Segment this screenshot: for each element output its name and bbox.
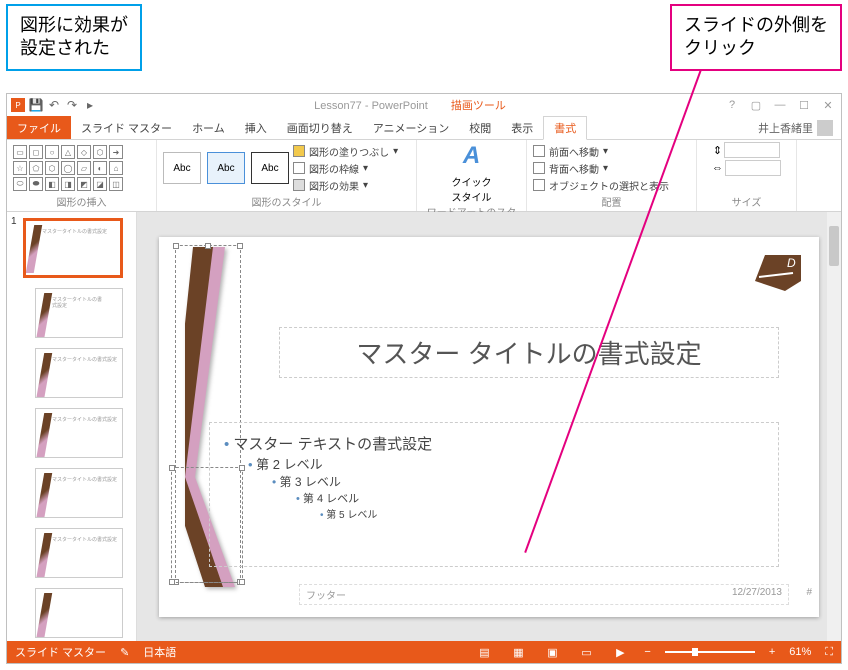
svg-text:D: D: [787, 256, 796, 270]
status-bar: スライド マスター ✎ 日本語 ▤ ▦ ▣ ▭ ▶ − + 61% ⛶: [7, 641, 841, 663]
user-name: 井上香緒里: [758, 120, 813, 136]
save-icon[interactable]: 💾: [29, 98, 43, 112]
ribbon-group-label: サイズ: [703, 194, 790, 209]
minimize-icon[interactable]: —: [771, 99, 789, 112]
annotation-blue: 図形に効果が 設定された: [6, 4, 142, 71]
ribbon-group-shapes: ▭◻○△◇⬡➜ ☆⬠⬡◯▱◐⌂ ⬭⬬◧◨◩◪◫ 図形の挿入: [7, 140, 157, 211]
shape-fill-button[interactable]: 図形の塗りつぶし ▾: [293, 144, 398, 159]
body-level-2: 第 2 レベル: [248, 454, 764, 473]
send-backward-button[interactable]: 背面へ移動 ▾: [533, 161, 669, 176]
app-icon: P: [11, 98, 25, 112]
footer-placeholders: フッター 12/27/2013 #: [299, 584, 789, 605]
ribbon-group-label: 図形のスタイル: [163, 194, 410, 209]
tab-insert[interactable]: 挿入: [235, 116, 277, 139]
sorter-view-icon[interactable]: ▣: [542, 646, 562, 659]
slide-canvas-area[interactable]: D: [137, 212, 841, 641]
powerpoint-window: P 💾 ↶ ↷ ▸ Lesson77 - PowerPoint 描画ツール ? …: [6, 93, 842, 664]
zoom-out-button[interactable]: −: [644, 646, 650, 658]
undo-icon[interactable]: ↶: [47, 98, 61, 112]
height-input[interactable]: ⇕: [713, 142, 780, 158]
corner-logo: D: [745, 251, 805, 295]
contextual-tab-label: 描画ツール: [451, 100, 506, 112]
spell-check-icon[interactable]: ✎: [120, 646, 129, 659]
tab-view[interactable]: 表示: [501, 116, 543, 139]
master-title-placeholder[interactable]: マスター タイトルの書式設定: [279, 327, 779, 378]
body-level-3: 第 3 レベル: [272, 473, 764, 490]
tab-animation[interactable]: アニメーション: [363, 116, 460, 139]
fit-window-icon[interactable]: ⛶: [825, 646, 833, 659]
help-icon[interactable]: ?: [723, 99, 741, 112]
window-title: Lesson77 - PowerPoint 描画ツール: [97, 97, 723, 113]
zoom-level[interactable]: 61%: [789, 646, 811, 658]
title-bar: P 💾 ↶ ↷ ▸ Lesson77 - PowerPoint 描画ツール ? …: [7, 94, 841, 116]
bring-forward-button[interactable]: 前面へ移動 ▾: [533, 144, 669, 159]
quick-styles-button[interactable]: クイック スタイル: [452, 174, 492, 204]
notes-button[interactable]: ▤: [474, 646, 494, 659]
style-swatch[interactable]: Abc: [163, 152, 201, 184]
tab-format[interactable]: 書式: [543, 116, 587, 140]
shapes-gallery[interactable]: ▭◻○△◇⬡➜ ☆⬠⬡◯▱◐⌂ ⬭⬬◧◨◩◪◫: [13, 145, 123, 191]
ribbon-group-label: 図形の挿入: [13, 194, 150, 209]
vertical-scrollbar[interactable]: [827, 212, 841, 641]
start-slideshow-icon[interactable]: ▸: [83, 98, 97, 112]
shape-styles-gallery[interactable]: Abc Abc Abc: [163, 152, 289, 184]
user-account[interactable]: 井上香緒里: [750, 116, 841, 139]
ribbon-group-size: ⇕ ⇔ サイズ: [697, 140, 797, 211]
slideshow-view-icon[interactable]: ▶: [610, 646, 630, 659]
view-mode-label: スライド マスター: [15, 644, 106, 660]
tab-slide-master[interactable]: スライド マスター: [71, 116, 182, 139]
master-body-placeholder[interactable]: マスター テキストの書式設定 第 2 レベル 第 3 レベル 第 4 レベル 第…: [209, 422, 779, 567]
slide-master: D: [159, 237, 819, 617]
layout-thumbnail[interactable]: マスタータイトルの書式設定: [13, 468, 130, 518]
layout-thumbnail[interactable]: マスタータイトルの書式設定: [13, 408, 130, 458]
zoom-in-button[interactable]: +: [769, 646, 775, 658]
selection-pane-button[interactable]: オブジェクトの選択と表示: [533, 178, 669, 193]
body-level-1: マスター テキストの書式設定: [224, 433, 764, 454]
close-icon[interactable]: ✕: [819, 99, 837, 112]
normal-view-icon[interactable]: ▦: [508, 646, 528, 659]
zoom-slider[interactable]: [665, 651, 755, 653]
reading-view-icon[interactable]: ▭: [576, 646, 596, 659]
ribbon-display-icon[interactable]: ▢: [747, 99, 765, 112]
date-placeholder[interactable]: 12/27/2013: [732, 587, 782, 602]
language-label[interactable]: 日本語: [143, 644, 176, 660]
page-number-placeholder[interactable]: #: [806, 587, 812, 598]
width-input[interactable]: ⇔: [712, 160, 781, 176]
style-swatch[interactable]: Abc: [251, 152, 289, 184]
annotation-pink: スライドの外側を クリック: [670, 4, 842, 71]
layout-thumbnail[interactable]: マスタータイトルの書式設定: [13, 528, 130, 578]
layout-thumbnail[interactable]: マスタータイトルの書式設定: [13, 348, 130, 398]
workspace: 1 マスタータイトルの書式設定 マスタータイトルの書式設定 マスタータイトルの書…: [7, 212, 841, 641]
master-thumbnail[interactable]: 1 マスタータイトルの書式設定: [13, 218, 130, 278]
tab-home[interactable]: ホーム: [182, 116, 235, 139]
body-level-4: 第 4 レベル: [296, 490, 764, 506]
quick-access-toolbar: P 💾 ↶ ↷ ▸: [11, 98, 97, 112]
layout-thumbnail[interactable]: マスタータイトルの書式設定: [13, 288, 130, 338]
thumbnail-panel: 1 マスタータイトルの書式設定 マスタータイトルの書式設定 マスタータイトルの書…: [7, 212, 137, 641]
shape-outline-button[interactable]: 図形の枠線 ▾: [293, 161, 398, 176]
tab-review[interactable]: 校閲: [459, 116, 501, 139]
ribbon-group-label: 配置: [533, 194, 690, 209]
footer-text[interactable]: フッター: [306, 587, 346, 602]
ribbon-group-styles: Abc Abc Abc 図形の塗りつぶし ▾ 図形の枠線 ▾ 図形の効果 ▾ 図…: [157, 140, 417, 211]
layout-thumbnail[interactable]: [13, 588, 130, 638]
tab-file[interactable]: ファイル: [7, 116, 71, 139]
ribbon-group-wordart: A クイック スタイル ワードアートのスタイル: [417, 140, 527, 211]
shape-effects-button[interactable]: 図形の効果 ▾: [293, 178, 398, 193]
window-controls: ? ▢ — ☐ ✕: [723, 99, 837, 112]
avatar: [817, 120, 833, 136]
style-swatch[interactable]: Abc: [207, 152, 245, 184]
ribbon-tabs: ファイル スライド マスター ホーム 挿入 画面切り替え アニメーション 校閲 …: [7, 116, 841, 140]
tab-transitions[interactable]: 画面切り替え: [277, 116, 363, 139]
redo-icon[interactable]: ↷: [65, 98, 79, 112]
thumb-number: 1: [11, 216, 17, 227]
wordart-preview-icon: A: [463, 142, 480, 170]
ribbon: ▭◻○△◇⬡➜ ☆⬠⬡◯▱◐⌂ ⬭⬬◧◨◩◪◫ 図形の挿入 Abc Abc Ab…: [7, 140, 841, 212]
maximize-icon[interactable]: ☐: [795, 99, 813, 112]
